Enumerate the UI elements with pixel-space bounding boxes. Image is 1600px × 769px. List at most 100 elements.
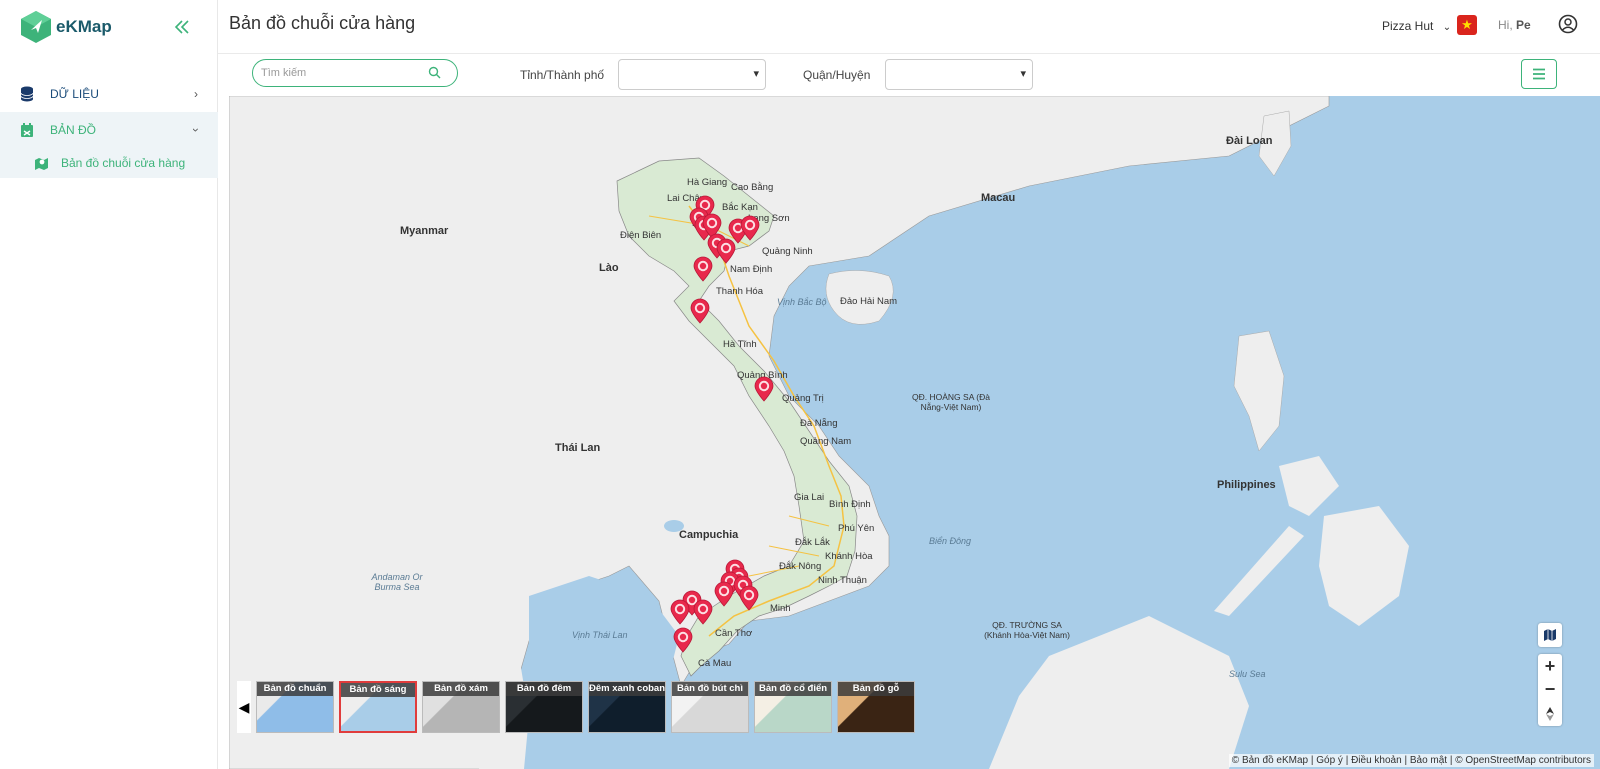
menu-button[interactable] [1521, 59, 1557, 89]
map-basemap [229, 96, 1409, 769]
district-select[interactable]: ▾ [885, 59, 1033, 90]
map-label-island: QĐ. HOÀNG SA (Đà Nẵng-Việt Nam) [912, 392, 990, 412]
collapse-sidebar-button[interactable] [174, 18, 190, 39]
ekmap-logo-icon [21, 11, 51, 43]
layer-thumb-label: Bản đồ bút chì [672, 682, 748, 696]
map-label-province: Gia Lai [794, 492, 825, 503]
map-label-province: Bình Định [829, 499, 871, 510]
search-box [252, 59, 458, 87]
base-layer-switcher: ◀ Bản đồ chuẩn Bản đồ sáng Bản đồ xám Bả… [237, 681, 915, 733]
map-label-province: Cà Mau [698, 658, 732, 669]
sidebar: eKMap DỮ LIỆU › BẢN ĐỒ › Bản đồ chuỗi cử… [0, 0, 218, 769]
page-title: Bản đồ chuỗi cửa hàng [229, 13, 416, 33]
map-label-province: Khánh Hòa [825, 551, 873, 562]
map-label-sea: Vịnh Thái Lan [572, 630, 628, 640]
calendar-map-icon [21, 122, 33, 137]
user-name: Pe [1516, 18, 1531, 32]
map-label-island: QĐ. TRƯỜNG SA (Khánh Hòa-Việt Nam) [984, 620, 1070, 640]
sidebar-item-label: DỮ LIỆU [50, 87, 99, 101]
province-select[interactable]: ▾ [618, 59, 766, 90]
search-input[interactable] [261, 67, 421, 79]
header: Bản đồ chuỗi cửa hàng Pizza Hut ⌄ ★ Hi, … [218, 0, 1600, 54]
greeting-text: Hi, [1498, 18, 1513, 32]
chevron-down-icon: ▾ [1020, 68, 1026, 80]
sidebar-subitem-store-chain-map[interactable]: Bản đồ chuỗi cửa hàng [0, 148, 218, 178]
map-canvas[interactable]: Myanmar Lào Thái Lan Campuchia Philippin… [229, 96, 1600, 769]
map-label-country: Đài Loan [1226, 135, 1273, 147]
layer-thumb-classic[interactable]: Bản đồ cổ điển [754, 681, 832, 733]
sidebar-item-label: BẢN ĐỒ [50, 123, 97, 137]
layer-thumb-label: Bản đồ đêm [506, 682, 582, 696]
map-icon [1544, 629, 1556, 641]
map-label-province: Đà Nẵng [800, 418, 838, 429]
layer-toggle-button[interactable] [1538, 623, 1562, 647]
chevron-right-icon: › [194, 87, 198, 101]
layer-thumb-label: Bản đồ xám [423, 682, 499, 696]
sidebar-subitem-label: Bản đồ chuỗi cửa hàng [61, 156, 186, 170]
previous-layer-button[interactable]: ◀ [237, 681, 251, 733]
map-label-province: Quảng Trị [782, 393, 824, 404]
sidebar-item-data[interactable]: DỮ LIỆU › [0, 76, 218, 112]
layer-thumb-label: Bản đồ cổ điển [755, 682, 831, 696]
layer-thumb-label: Bản đồ chuẩn [257, 682, 333, 696]
map-label-country: Philippines [1217, 479, 1276, 491]
map-label-country: Myanmar [400, 225, 449, 237]
store-pin-icon[interactable] [692, 599, 714, 625]
store-pin-icon[interactable] [715, 238, 737, 264]
store-pin-icon[interactable] [669, 599, 691, 625]
compass-icon [1546, 707, 1554, 721]
layer-thumb-gray[interactable]: Bản đồ xám [422, 681, 500, 733]
store-pin-icon[interactable] [753, 376, 775, 402]
zoom-out-button[interactable]: − [1545, 678, 1556, 702]
hamburger-icon [1533, 68, 1545, 80]
layer-thumb-label: Bản đồ sáng [341, 683, 415, 697]
store-pin-icon[interactable] [689, 298, 711, 324]
layer-thumb-light[interactable]: Bản đồ sáng [339, 681, 417, 733]
layer-thumb-standard[interactable]: Bản đồ chuẩn [256, 681, 334, 733]
chevron-down-icon: ⌄ [1442, 22, 1452, 33]
map-label-province: Đắk Lắk [795, 537, 830, 548]
map-label-province: Quảng Nam [800, 436, 852, 447]
triangle-left-icon: ◀ [238, 698, 250, 715]
store-pin-icon[interactable] [713, 581, 735, 607]
map-label-province: Hà Tĩnh [723, 339, 757, 350]
map-label-sea: Sulu Sea [1229, 669, 1266, 679]
map-label-province: Cần Thơ [715, 628, 753, 639]
map-label-province: Hà Giang [687, 177, 728, 188]
user-avatar-icon[interactable] [1558, 14, 1578, 39]
store-pin-icon[interactable] [692, 256, 714, 282]
map-label-country: Macau [981, 192, 1016, 204]
compass-reset-button[interactable] [1545, 702, 1555, 726]
zoom-controls: + − [1538, 654, 1562, 726]
zoom-in-button[interactable]: + [1545, 654, 1556, 678]
map-label-sea: Andaman Or Burma Sea [371, 572, 423, 592]
layer-thumb-label: Bản đồ gỗ [838, 682, 914, 696]
logo[interactable]: eKMap [20, 10, 112, 44]
map-pin-icon [35, 158, 48, 170]
search-icon[interactable] [428, 66, 441, 84]
sidebar-item-map[interactable]: BẢN ĐỒ › [0, 112, 218, 148]
layer-thumb-pencil[interactable]: Bản đồ bút chì [671, 681, 749, 733]
store-pin-icon[interactable] [739, 215, 761, 241]
map-label-province: Nam Định [730, 264, 773, 275]
layer-thumb-wood[interactable]: Bản đồ gỗ [837, 681, 915, 733]
map-label-province: Phú Yên [838, 523, 875, 534]
store-pin-icon[interactable] [738, 585, 760, 611]
map-attribution: © Bản đồ eKMap | Góp ý | Điều khoản | Bả… [1228, 754, 1594, 767]
layer-thumb-night[interactable]: Bản đồ đêm [505, 681, 583, 733]
user-greeting: Hi, Pe [1498, 18, 1531, 32]
logo-text: eKMap [56, 17, 112, 36]
chevron-down-icon: ▾ [753, 68, 759, 80]
map-label-province: Quảng Ninh [762, 246, 813, 257]
map-label-sea: Biển Đông [929, 536, 972, 546]
store-pin-icon[interactable] [672, 627, 694, 653]
filter-bar: Tỉnh/Thành phố ▾ Quận/Huyện ▾ [229, 55, 1600, 96]
map-label-country: Lào [599, 262, 619, 274]
layer-thumb-cobalt[interactable]: Đêm xanh coban [588, 681, 666, 733]
brand-selector[interactable]: Pizza Hut ⌄ [1382, 19, 1451, 33]
vietnam-flag-icon[interactable]: ★ [1457, 15, 1477, 35]
map-label-country: Thái Lan [555, 442, 601, 454]
map-label-island: Đảo Hải Nam [840, 296, 898, 307]
district-label: Quận/Huyện [803, 68, 871, 82]
double-chevron-left-icon [174, 20, 189, 34]
